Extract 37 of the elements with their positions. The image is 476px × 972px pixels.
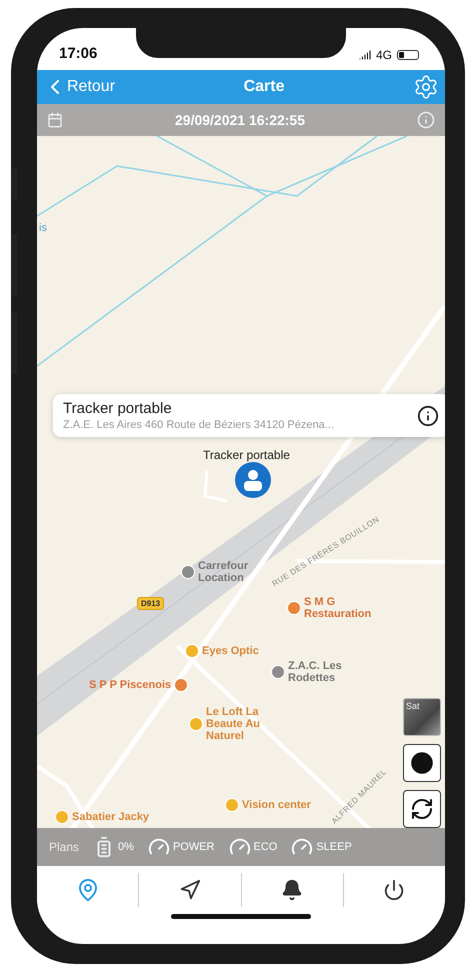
date-time: 29/09/2021 16:22:55 xyxy=(175,112,305,128)
callout-title: Tracker portable xyxy=(63,400,173,417)
mode-label: POWER xyxy=(172,841,214,853)
status-time: 17:06 xyxy=(59,45,98,62)
refresh-button[interactable] xyxy=(403,790,441,828)
settings-icon xyxy=(413,74,439,100)
route-icon xyxy=(178,879,201,901)
place-label: S P P Piscenois xyxy=(89,679,172,691)
power-icon xyxy=(383,879,406,901)
satellite-view-button[interactable]: Sat xyxy=(403,698,441,736)
map-legal-label: Plans xyxy=(49,840,80,854)
compass-button[interactable] xyxy=(403,744,441,782)
location-callout[interactable]: Tracker portable Z.A.E. Les Aires 460 Route de Béziers 34120 Pézena... xyxy=(53,394,445,437)
marker-label: Tracker portable xyxy=(203,448,290,462)
mode-label: SLEEP xyxy=(316,841,352,853)
battery-level: 0% xyxy=(118,841,134,853)
battery-icon xyxy=(397,50,419,60)
place-label: Sabatier Jacky xyxy=(72,811,150,823)
settings-button[interactable] xyxy=(413,74,439,100)
person-icon xyxy=(243,469,263,491)
calendar-icon[interactable] xyxy=(47,112,63,128)
place-label: Vision center xyxy=(242,799,311,811)
road-shield: D913 xyxy=(137,597,164,610)
place-label: Z.A.C. Les Rodettes xyxy=(288,660,343,684)
map-label: is xyxy=(39,222,47,234)
refresh-icon xyxy=(410,797,434,821)
place-label: S M G Restauration xyxy=(304,596,372,620)
callout-address: Z.A.E. Les Aires 460 Route de Béziers 34120 Pézena... xyxy=(63,419,334,431)
network-label: 4G xyxy=(376,48,392,62)
place-label: Eyes Optic xyxy=(202,645,259,657)
place-label: Carrefour Location xyxy=(198,560,250,584)
info-icon[interactable] xyxy=(417,404,439,426)
bell-icon xyxy=(281,879,304,901)
mode-label: ECO xyxy=(254,841,278,853)
place-label: Le Loft La Beaute Au Naturel xyxy=(206,706,261,742)
screen-title: Carte xyxy=(244,78,284,96)
back-button[interactable]: Retour xyxy=(43,75,116,99)
